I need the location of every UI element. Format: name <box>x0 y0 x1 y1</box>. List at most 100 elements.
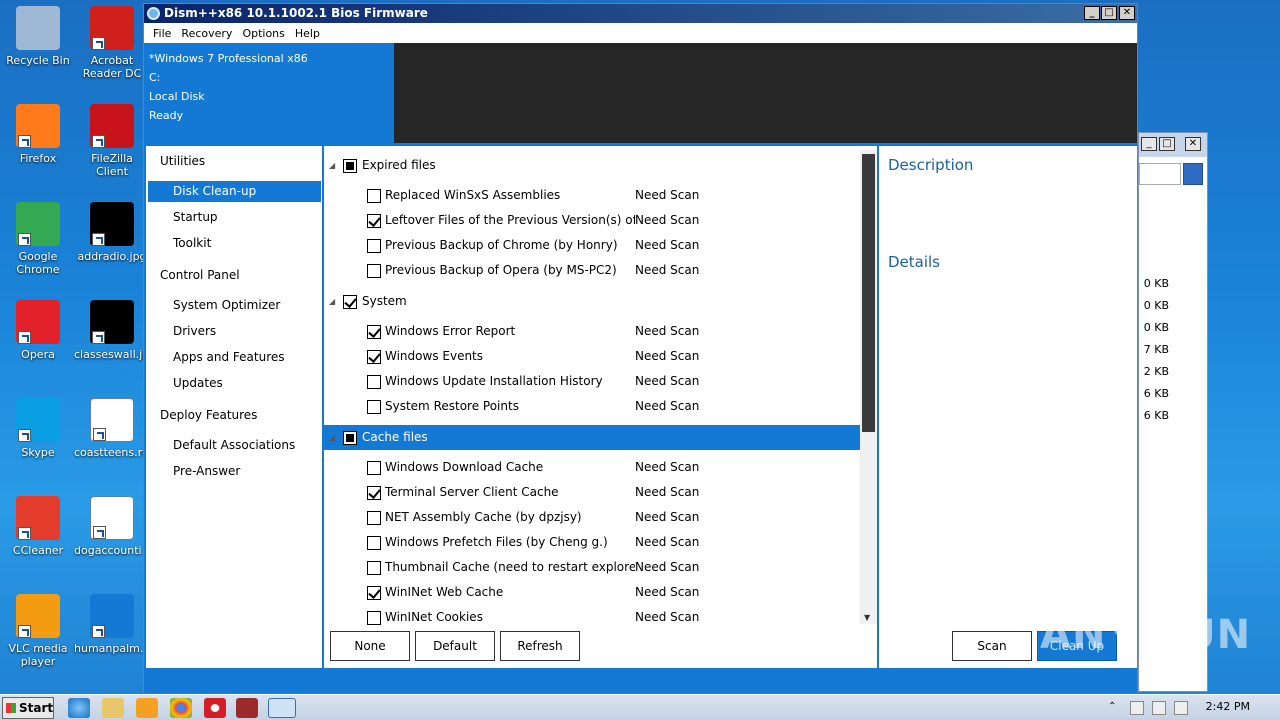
desktop-icon[interactable]: Recycle Bin <box>0 6 76 67</box>
desktop-icon[interactable]: VLC media player <box>0 594 76 668</box>
default-button[interactable]: Default <box>415 631 495 661</box>
menu-options[interactable]: Options <box>237 27 289 40</box>
nav-item[interactable]: Startup <box>173 210 218 224</box>
desktop-icon[interactable]: coastteens.rtf <box>74 398 150 459</box>
category-checkbox[interactable] <box>343 159 357 173</box>
image-info[interactable]: *Windows 7 Professional x86 C: Local Dis… <box>144 43 394 143</box>
desktop-icon[interactable]: CCleaner <box>0 496 76 557</box>
desktop-icon[interactable]: humanpalm... <box>74 594 150 655</box>
cleanup-item-row[interactable]: Windows Prefetch Files (by Cheng g.) Need… <box>324 530 877 555</box>
scrollbar[interactable]: ▼ <box>860 150 877 624</box>
close-button[interactable]: ✕ <box>1119 6 1135 20</box>
cleanup-item-row[interactable]: Previous Backup of Opera (by MS-PC2) Need… <box>324 258 877 283</box>
menu-recovery[interactable]: Recovery <box>176 27 237 40</box>
item-checkbox[interactable] <box>367 486 381 500</box>
ie-icon[interactable] <box>68 698 90 718</box>
category-checkbox[interactable] <box>343 431 357 445</box>
cleanup-item-row[interactable]: Windows Update Installation History Need … <box>324 369 877 394</box>
nav-item[interactable]: Pre-Answer <box>173 464 240 478</box>
cleanup-item-row[interactable]: Thumbnail Cache (need to restart explore… <box>324 555 877 580</box>
desktop-icon[interactable]: Firefox <box>0 104 76 165</box>
none-button[interactable]: None <box>330 631 410 661</box>
maximize-icon[interactable]: □ <box>1159 137 1175 151</box>
refresh-button[interactable]: Refresh <box>500 631 580 661</box>
item-checkbox[interactable] <box>367 189 381 203</box>
item-checkbox[interactable] <box>367 375 381 389</box>
nav-item[interactable]: System Optimizer <box>173 298 280 312</box>
cleanup-item-row[interactable]: Previous Backup of Chrome (by Honry) Need… <box>324 233 877 258</box>
cleanup-item-row[interactable]: Windows Error Report Need Scan <box>324 319 877 344</box>
dism-taskbar-icon[interactable] <box>268 698 296 718</box>
item-checkbox[interactable] <box>367 611 381 625</box>
nav-item[interactable]: Disk Clean-up <box>148 181 321 202</box>
desktop-icon[interactable]: Opera <box>0 300 76 361</box>
nav-item[interactable]: Toolkit <box>173 236 211 250</box>
cleanup-item-row[interactable]: WinINet Web Cache Need Scan <box>324 580 877 605</box>
cleanup-item-row[interactable]: Windows Download Cache Need Scan <box>324 455 877 480</box>
clock[interactable]: 2:42 PM <box>1206 700 1250 713</box>
desktop-icon[interactable]: dogaccounti... <box>74 496 152 557</box>
cleanup-item-row[interactable]: NET Assembly Cache (by dpzjsy) Need Scan <box>324 505 877 530</box>
cleanup-item-row[interactable]: Terminal Server Client Cache Need Scan <box>324 480 877 505</box>
category-row[interactable]: ◢ System <box>324 289 877 314</box>
category-checkbox[interactable] <box>343 295 357 309</box>
volume-icon[interactable] <box>1174 701 1188 715</box>
opera-icon[interactable] <box>204 698 226 718</box>
cleanup-item-row[interactable]: System Restore Points Need Scan <box>324 394 877 419</box>
item-checkbox[interactable] <box>367 400 381 414</box>
search-icon[interactable] <box>1183 163 1203 185</box>
desktop-icon[interactable]: Google Chrome <box>0 202 76 276</box>
desktop-icon[interactable]: classeswall.jpg <box>74 300 156 361</box>
collapse-icon[interactable]: ◢ <box>329 153 335 178</box>
scroll-down-icon[interactable]: ▼ <box>864 613 870 622</box>
item-checkbox[interactable] <box>367 511 381 525</box>
desktop-icon[interactable]: Skype <box>0 398 76 459</box>
cleanup-item-row[interactable]: Replaced WinSxS Assemblies Need Scan <box>324 183 877 208</box>
scrollbar-thumb[interactable] <box>862 154 875 432</box>
item-checkbox[interactable] <box>367 586 381 600</box>
nav-group-title[interactable]: Utilities <box>160 154 205 168</box>
item-checkbox[interactable] <box>367 239 381 253</box>
item-checkbox[interactable] <box>367 350 381 364</box>
menu-file[interactable]: File <box>148 27 176 40</box>
winrar-icon[interactable] <box>236 698 258 718</box>
menu-help[interactable]: Help <box>290 27 325 40</box>
window-titlebar[interactable]: Dism++x86 10.1.1002.1 Bios Firmware _ □ … <box>144 4 1137 23</box>
item-checkbox[interactable] <box>367 214 381 228</box>
background-window[interactable]: _ □ ✕ 0 KB 0 KB 0 KB 7 KB 2 KB 6 KB 6 KB <box>1138 132 1208 692</box>
nav-item[interactable]: Apps and Features <box>173 350 285 364</box>
nav-item[interactable]: Updates <box>173 376 223 390</box>
item-checkbox[interactable] <box>367 264 381 278</box>
collapse-icon[interactable]: ◢ <box>329 289 335 314</box>
cleanup-item-row[interactable]: WinINet Cookies Need Scan <box>324 605 877 630</box>
tray-expand-icon[interactable]: ⌃ <box>1108 701 1122 715</box>
maximize-button[interactable]: □ <box>1101 6 1117 20</box>
item-checkbox[interactable] <box>367 325 381 339</box>
nav-item[interactable]: Drivers <box>173 324 216 338</box>
scan-button[interactable]: Scan <box>952 631 1032 661</box>
desktop-icon[interactable]: FileZilla Client <box>74 104 150 178</box>
desktop-icon[interactable]: Acrobat Reader DC <box>74 6 150 80</box>
item-checkbox[interactable] <box>367 461 381 475</box>
network-icon[interactable] <box>1152 701 1166 715</box>
search-input[interactable] <box>1139 163 1181 185</box>
chrome-icon[interactable] <box>170 698 192 718</box>
nav-group-title[interactable]: Control Panel <box>160 268 240 282</box>
close-icon[interactable]: ✕ <box>1185 137 1201 151</box>
start-button[interactable]: Start <box>2 697 54 719</box>
nav-group-title[interactable]: Deploy Features <box>160 408 257 422</box>
item-checkbox[interactable] <box>367 561 381 575</box>
cleanup-item-row[interactable]: Leftover Files of the Previous Version(s… <box>324 208 877 233</box>
minimize-button[interactable]: _ <box>1084 6 1100 20</box>
cleanup-item-row[interactable]: Windows Events Need Scan <box>324 344 877 369</box>
desktop-icon[interactable]: addradio.jpg <box>74 202 150 263</box>
nav-item[interactable]: Default Associations <box>173 438 295 452</box>
action-center-icon[interactable] <box>1130 701 1144 715</box>
category-row[interactable]: ◢ Cache files <box>324 425 877 450</box>
minimize-icon[interactable]: _ <box>1141 137 1157 151</box>
media-player-icon[interactable] <box>136 698 158 718</box>
explorer-icon[interactable] <box>102 698 124 718</box>
category-row[interactable]: ◢ Expired files <box>324 153 877 178</box>
collapse-icon[interactable]: ◢ <box>329 425 335 450</box>
item-checkbox[interactable] <box>367 536 381 550</box>
